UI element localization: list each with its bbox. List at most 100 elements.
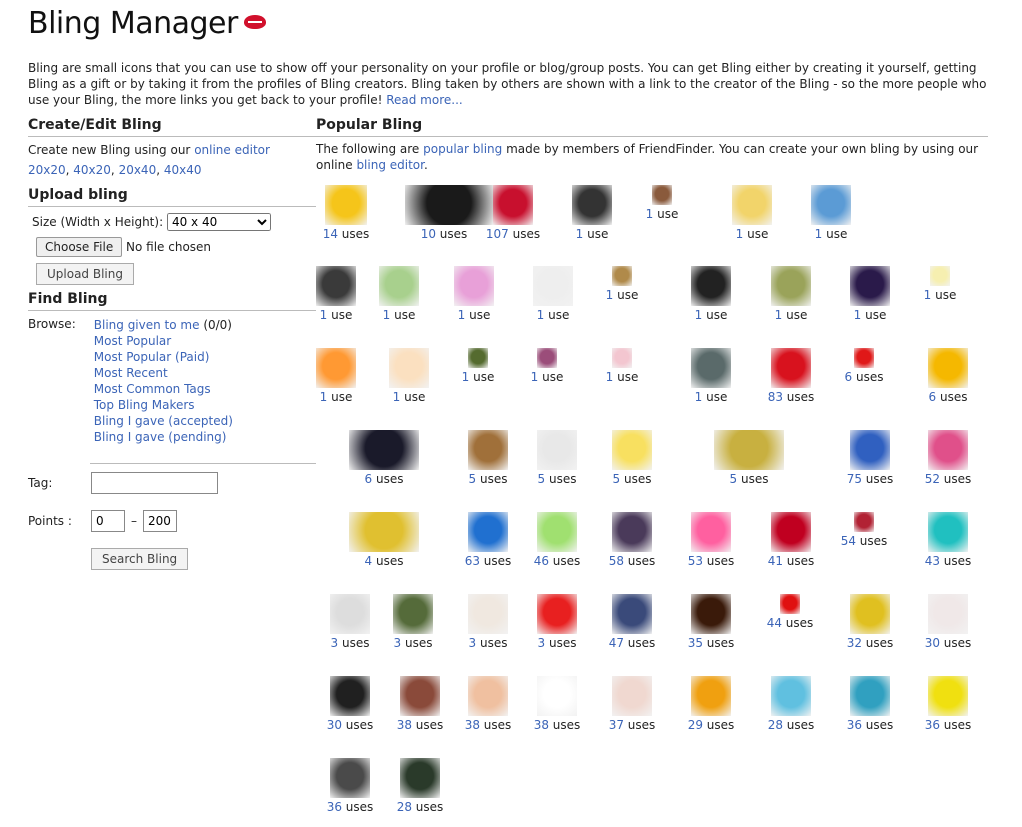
portrait-icon[interactable] xyxy=(652,185,672,205)
bling-item[interactable]: 1 use xyxy=(672,348,750,404)
size-link-20x20[interactable]: 20x20 xyxy=(28,163,66,177)
uses-number[interactable]: 58 xyxy=(609,554,624,568)
uses-number[interactable]: 28 xyxy=(768,718,783,732)
bling-item[interactable]: 5 uses xyxy=(518,430,596,486)
bling-item[interactable]: 83 uses xyxy=(752,348,830,404)
bling-item[interactable]: 53 uses xyxy=(672,512,750,568)
bling-item[interactable]: 1 use xyxy=(439,348,517,384)
rose-icon[interactable] xyxy=(493,185,533,225)
choose-file-button[interactable]: Choose File xyxy=(36,237,123,257)
bling-item[interactable]: 38 uses xyxy=(518,676,596,732)
uses-number[interactable]: 3 xyxy=(538,636,546,650)
uses-number[interactable]: 30 xyxy=(925,636,940,650)
kiss-smiley-icon[interactable] xyxy=(928,348,968,388)
bling-item[interactable]: 38 uses xyxy=(449,676,527,732)
rainbow-rose-icon[interactable] xyxy=(691,512,731,552)
bling-item[interactable]: 41 uses xyxy=(752,512,830,568)
bling-item[interactable]: 14 uses xyxy=(307,185,385,241)
dark-card-icon[interactable] xyxy=(691,266,731,306)
bling-item[interactable]: 1 use xyxy=(553,185,631,241)
uses-number[interactable]: 46 xyxy=(534,554,549,568)
bunnies-icon[interactable] xyxy=(537,430,577,470)
bling-item[interactable]: 1 use xyxy=(297,348,375,404)
sorry-icon[interactable] xyxy=(389,348,429,388)
uses-number[interactable]: 6 xyxy=(365,472,373,486)
search-bling-button[interactable]: Search Bling xyxy=(91,548,189,570)
uses-number[interactable]: 3 xyxy=(394,636,402,650)
bling-item[interactable]: 10 uses xyxy=(405,185,493,241)
bling-item[interactable]: 43 uses xyxy=(909,512,987,568)
butterfly-icon[interactable] xyxy=(850,594,890,634)
bling-item[interactable]: 1 use xyxy=(583,348,661,384)
bling-item[interactable]: 36 uses xyxy=(311,758,389,814)
uses-number[interactable]: 4 xyxy=(365,554,373,568)
points-min-input[interactable] xyxy=(91,510,125,532)
browse-top-makers[interactable]: Top Bling Makers xyxy=(94,398,195,412)
nice-day-icon[interactable] xyxy=(330,676,370,716)
size-link-40x40[interactable]: 40x40 xyxy=(164,163,202,177)
bling-item[interactable]: 30 uses xyxy=(909,594,987,650)
online-editor-link[interactable]: online editor xyxy=(194,143,270,157)
bling-item[interactable]: 1 use xyxy=(514,266,592,322)
best-wishes-icon[interactable] xyxy=(771,512,811,552)
bling-editor-link[interactable]: bling editor xyxy=(356,158,424,172)
bling-item[interactable]: 5 uses xyxy=(710,430,788,486)
bling-item[interactable]: 75 uses xyxy=(831,430,909,486)
bling-item[interactable]: 1 use xyxy=(370,348,448,404)
card-icon[interactable] xyxy=(612,348,632,368)
panda-icon[interactable] xyxy=(330,594,370,634)
bling-item[interactable]: 63 uses xyxy=(449,512,527,568)
bling-item[interactable]: 3 uses xyxy=(449,594,527,650)
browse-most-popular[interactable]: Most Popular xyxy=(94,334,171,348)
boots-icon[interactable] xyxy=(400,676,440,716)
blue-card-icon[interactable] xyxy=(811,185,851,225)
bunny-icon[interactable] xyxy=(468,594,508,634)
pose-icon[interactable] xyxy=(612,512,652,552)
woman-icon[interactable] xyxy=(316,266,356,306)
born-free-icon[interactable] xyxy=(850,676,890,716)
angel-icon[interactable] xyxy=(537,676,577,716)
sparkle-icon[interactable] xyxy=(850,266,890,306)
uses-number[interactable]: 10 xyxy=(421,227,436,241)
candle-icon[interactable] xyxy=(691,594,731,634)
bling-item[interactable]: 1 use xyxy=(623,185,701,221)
size-select[interactable]: 40 x 40 xyxy=(166,213,271,231)
minion-icon[interactable] xyxy=(714,430,784,470)
points-max-input[interactable] xyxy=(143,510,177,532)
smiley-wave-icon[interactable] xyxy=(325,185,367,225)
uses-number[interactable]: 63 xyxy=(465,554,480,568)
uses-number[interactable]: 53 xyxy=(688,554,703,568)
bling-item[interactable]: 29 uses xyxy=(672,676,750,732)
bling-item[interactable]: 1 use xyxy=(752,266,830,322)
bling-item[interactable]: 44 uses xyxy=(751,594,829,630)
sunflower-small-icon[interactable] xyxy=(468,348,488,368)
face-paint-icon[interactable] xyxy=(771,266,811,306)
just-love-me-icon[interactable] xyxy=(537,512,577,552)
red-rose-icon[interactable] xyxy=(928,594,968,634)
uses-number[interactable]: 36 xyxy=(925,718,940,732)
uses-number[interactable]: 3 xyxy=(331,636,339,650)
minion-face-icon[interactable] xyxy=(349,512,419,552)
bling-item[interactable]: 1 use xyxy=(583,266,661,302)
bling-item[interactable]: 4 uses xyxy=(345,512,423,568)
eagle-icon[interactable] xyxy=(330,758,370,798)
size-link-20x40[interactable]: 20x40 xyxy=(119,163,157,177)
uses-number[interactable]: 43 xyxy=(925,554,940,568)
rainbow-icon[interactable] xyxy=(316,348,356,388)
browse-most-popular-paid[interactable]: Most Popular (Paid) xyxy=(94,350,210,364)
bling-item[interactable]: 52 uses xyxy=(909,430,987,486)
bling-item[interactable]: 47 uses xyxy=(593,594,671,650)
uses-number[interactable]: 5 xyxy=(469,472,477,486)
real-icon[interactable] xyxy=(732,185,772,225)
bling-item[interactable]: 1 use xyxy=(713,185,791,241)
bling-item[interactable]: 46 uses xyxy=(518,512,596,568)
bling-item[interactable]: 1 use xyxy=(792,185,870,241)
browse-given-to-me[interactable]: Bling given to me xyxy=(94,318,200,332)
upload-bling-button[interactable]: Upload Bling xyxy=(36,263,134,285)
uses-number[interactable]: 44 xyxy=(767,616,782,630)
flower-card-icon[interactable] xyxy=(400,758,440,798)
bling-item[interactable]: 54 uses xyxy=(825,512,903,548)
browse-common-tags[interactable]: Most Common Tags xyxy=(94,382,211,396)
note-icon[interactable] xyxy=(930,266,950,286)
bling-item[interactable]: 1 use xyxy=(360,266,438,322)
